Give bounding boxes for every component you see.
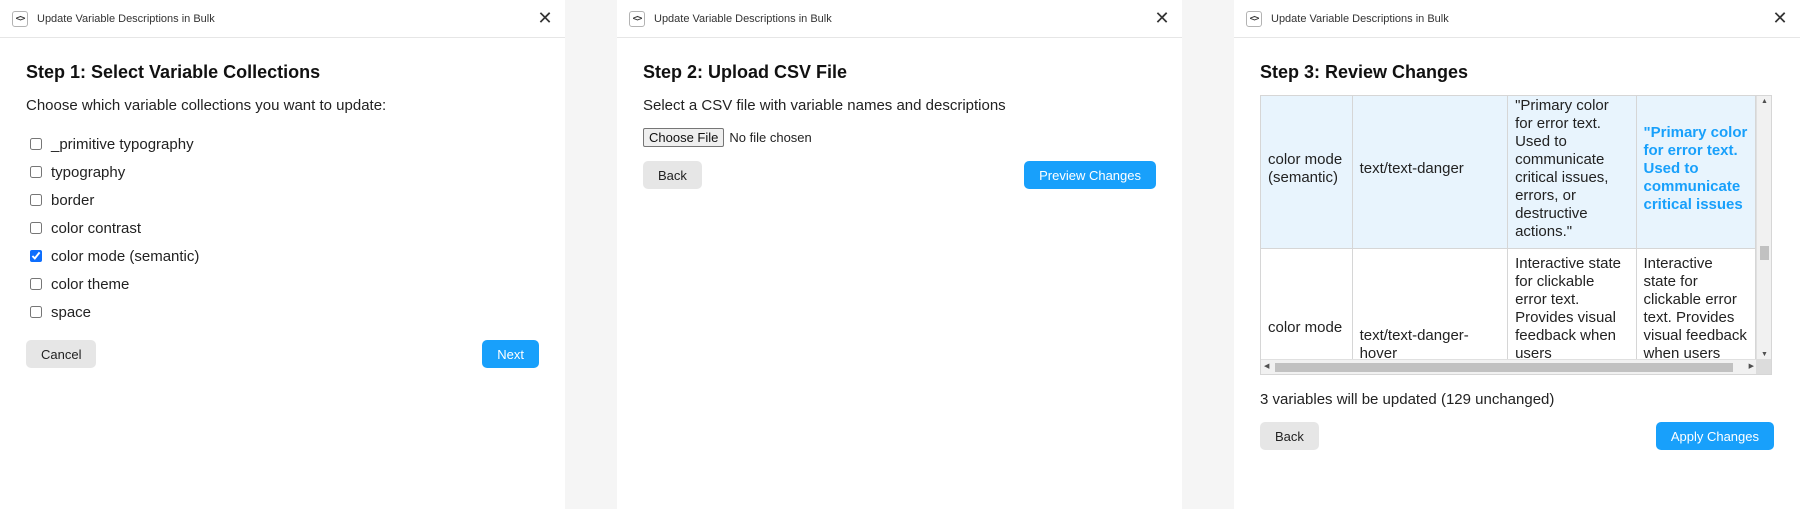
- code-brackets-icon: <>: [1246, 10, 1262, 27]
- step-prompt: Select a CSV file with variable names an…: [643, 97, 1006, 114]
- collection-option[interactable]: _primitive typography: [26, 130, 539, 158]
- collection-checkbox[interactable]: [30, 250, 42, 262]
- close-icon[interactable]: ✕: [535, 8, 555, 28]
- cancel-button[interactable]: Cancel: [26, 340, 97, 368]
- title-bar: <> Update Variable Descriptions in Bulk …: [1234, 0, 1800, 38]
- collection-checkbox[interactable]: [30, 194, 42, 206]
- step2-window: <> Update Variable Descriptions in Bulk …: [617, 0, 1182, 509]
- apply-changes-button[interactable]: Apply Changes: [1655, 422, 1774, 450]
- variable-cell: text/text-danger: [1351, 96, 1509, 249]
- collection-label: color theme: [51, 275, 130, 293]
- close-icon[interactable]: ✕: [1152, 8, 1172, 28]
- horizontal-scrollbar[interactable]: ◀ ▶: [1261, 359, 1757, 374]
- scroll-thumb[interactable]: [1275, 363, 1733, 372]
- step-heading: Step 1: Select Variable Collections: [26, 62, 321, 82]
- table-row: color mode text/text-danger-hover Intera…: [1261, 248, 1756, 360]
- collection-cell: color mode: [1261, 248, 1353, 360]
- step-heading: Step 2: Upload CSV File: [643, 62, 848, 82]
- collection-option[interactable]: typography: [26, 158, 539, 186]
- collection-label: typography: [51, 163, 126, 181]
- changes-table-container[interactable]: color mode (semantic) text/text-danger "…: [1260, 95, 1772, 375]
- window-title: Update Variable Descriptions in Bulk: [654, 12, 832, 25]
- close-icon[interactable]: ✕: [1770, 8, 1790, 28]
- scroll-thumb[interactable]: [1760, 246, 1769, 260]
- collection-label: _primitive typography: [51, 135, 194, 153]
- scroll-up-icon[interactable]: ▲: [1761, 98, 1768, 105]
- scroll-left-icon[interactable]: ◀: [1264, 362, 1269, 370]
- choose-file-button[interactable]: Choose File: [643, 128, 725, 147]
- collection-checkbox[interactable]: [30, 166, 42, 178]
- code-brackets-icon: <>: [12, 10, 28, 27]
- next-button[interactable]: Next: [482, 340, 539, 368]
- scroll-down-icon[interactable]: ▼: [1761, 351, 1768, 358]
- scroll-right-icon[interactable]: ▶: [1749, 362, 1754, 370]
- panel-separator: [1182, 0, 1234, 509]
- file-status: No file chosen: [729, 130, 812, 145]
- step3-window: <> Update Variable Descriptions in Bulk …: [1234, 0, 1800, 509]
- collection-cell: color mode (semantic): [1261, 96, 1353, 249]
- collection-option[interactable]: color mode (semantic): [26, 242, 539, 270]
- collection-checkbox[interactable]: [30, 306, 42, 318]
- collection-checkbox[interactable]: [30, 222, 42, 234]
- variable-cell: text/text-danger-hover: [1351, 248, 1509, 360]
- new-description-cell: "Primary color for error text. Used to c…: [1635, 96, 1756, 249]
- window-title: Update Variable Descriptions in Bulk: [1271, 12, 1449, 25]
- collection-list: _primitive typography typography border …: [26, 130, 539, 326]
- collection-option[interactable]: color contrast: [26, 214, 539, 242]
- step-heading: Step 3: Review Changes: [1260, 62, 1469, 82]
- panel-separator: [565, 0, 617, 509]
- step-prompt: Choose which variable collections you wa…: [26, 97, 387, 114]
- changes-table: color mode (semantic) text/text-danger "…: [1261, 96, 1756, 360]
- code-brackets-icon: <>: [629, 10, 645, 27]
- new-description-cell: Interactive state for clickable error te…: [1635, 248, 1756, 360]
- preview-changes-button[interactable]: Preview Changes: [1024, 161, 1156, 189]
- table-row: color mode (semantic) text/text-danger "…: [1261, 96, 1756, 249]
- update-summary: 3 variables will be updated (129 unchang…: [1260, 391, 1555, 408]
- file-input: Choose File No file chosen: [643, 128, 1156, 147]
- scrollbar-corner: [1756, 359, 1771, 374]
- collection-label: color mode (semantic): [51, 247, 200, 265]
- step1-window: <> Update Variable Descriptions in Bulk …: [0, 0, 565, 509]
- title-bar: <> Update Variable Descriptions in Bulk …: [617, 0, 1182, 38]
- back-button[interactable]: Back: [643, 161, 702, 189]
- collection-label: border: [51, 191, 95, 209]
- collection-label: color contrast: [51, 219, 142, 237]
- collection-label: space: [51, 303, 92, 321]
- collection-checkbox[interactable]: [30, 138, 42, 150]
- vertical-scrollbar[interactable]: ▲ ▼: [1756, 96, 1771, 360]
- collection-option[interactable]: color theme: [26, 270, 539, 298]
- collection-option[interactable]: border: [26, 186, 539, 214]
- window-title: Update Variable Descriptions in Bulk: [37, 12, 215, 25]
- back-button[interactable]: Back: [1260, 422, 1319, 450]
- old-description-cell: Interactive state for clickable error te…: [1507, 248, 1637, 360]
- title-bar: <> Update Variable Descriptions in Bulk …: [0, 0, 565, 38]
- old-description-cell: "Primary color for error text. Used to c…: [1507, 96, 1637, 249]
- collection-checkbox[interactable]: [30, 278, 42, 290]
- collection-option[interactable]: space: [26, 298, 539, 326]
